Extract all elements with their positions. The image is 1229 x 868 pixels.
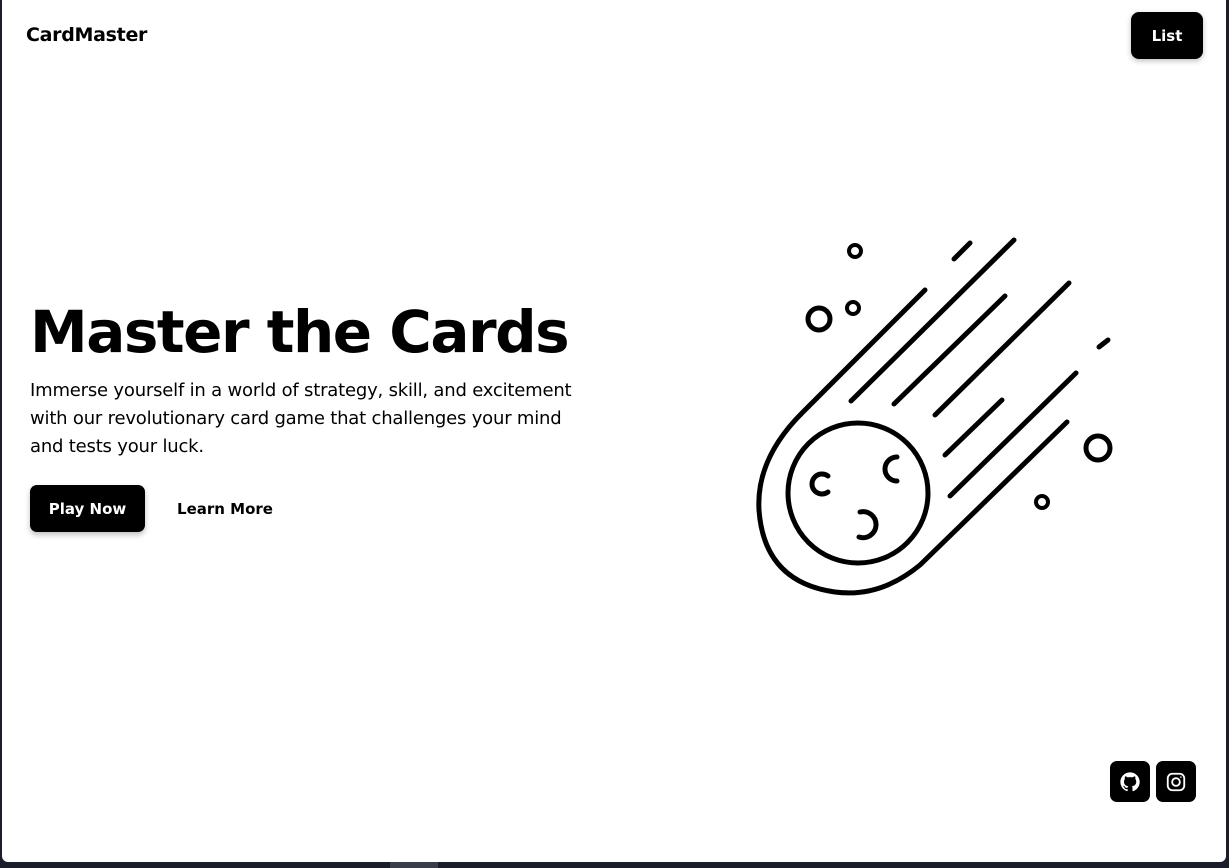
hero-title: Master the Cards — [30, 298, 570, 366]
instagram-icon — [1166, 772, 1186, 791]
learn-more-button[interactable]: Learn More — [162, 485, 288, 532]
list-button[interactable]: List — [1131, 12, 1203, 59]
page-window: CardMaster List Master the Cards Immerse… — [2, 0, 1226, 862]
github-link[interactable] — [1110, 761, 1150, 802]
meteor-icon — [756, 237, 1113, 596]
play-now-button[interactable]: Play Now — [30, 485, 145, 532]
horizontal-scrollbar[interactable] — [390, 862, 438, 868]
github-icon — [1120, 771, 1140, 791]
instagram-link[interactable] — [1156, 761, 1196, 802]
hero-description: Immerse yourself in a world of strategy,… — [30, 380, 572, 457]
brand-logo[interactable]: CardMaster — [26, 24, 147, 46]
